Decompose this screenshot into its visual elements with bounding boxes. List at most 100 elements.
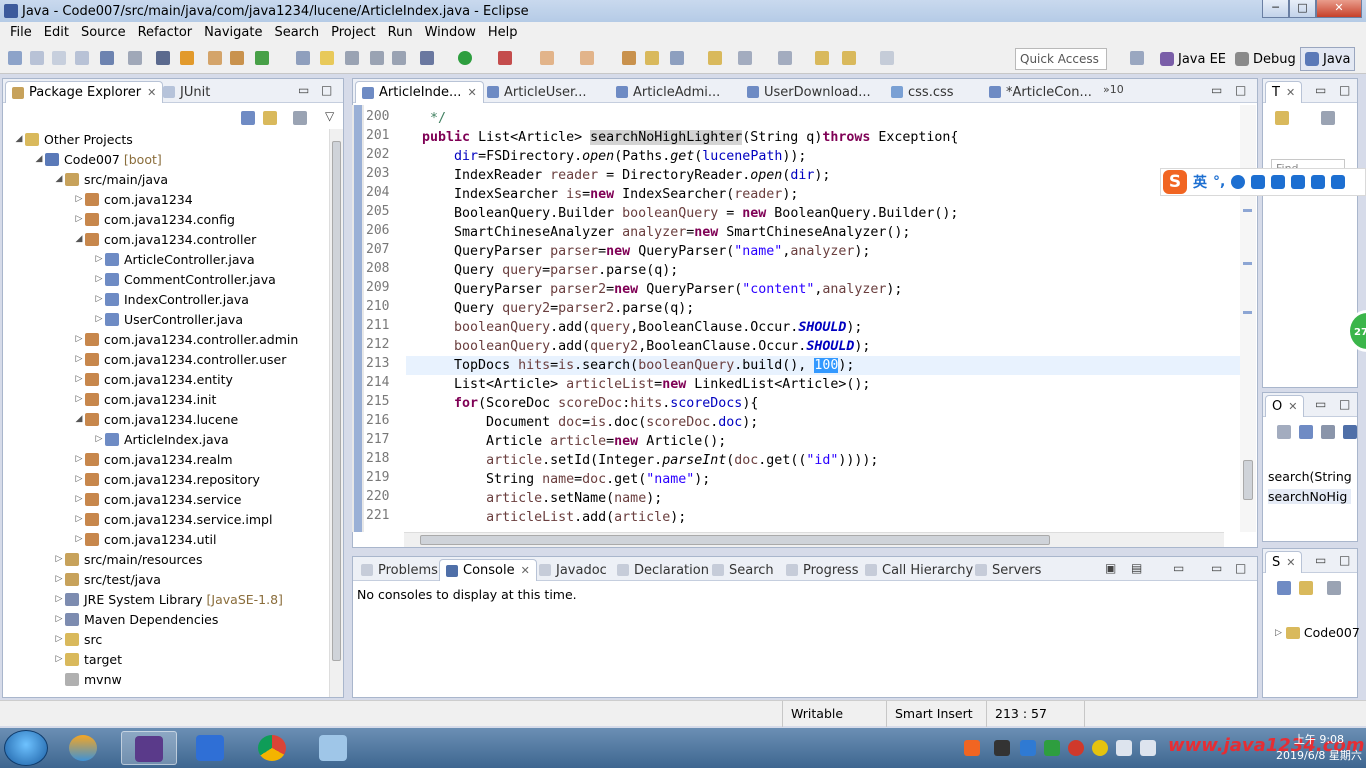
tree-item[interactable]: ▷ com.java1234.service	[73, 489, 242, 509]
perspective-java-ee[interactable]: Java EE	[1156, 47, 1230, 71]
ime-mode-label[interactable]: 英	[1193, 172, 1207, 192]
editor-hscrollbar-thumb[interactable]	[420, 535, 1050, 545]
pilcrow-icon[interactable]	[392, 51, 406, 65]
collapse-all-icon[interactable]	[241, 111, 255, 125]
open-console-icon[interactable]: ▣	[1105, 561, 1116, 575]
forward-icon[interactable]	[880, 51, 894, 65]
tab-outline[interactable]: O ✕	[1265, 395, 1305, 417]
expand-icon[interactable]: ▷	[93, 274, 105, 284]
expand-icon[interactable]: ▷	[73, 494, 85, 504]
tree-item[interactable]: ▷ com.java1234.realm	[73, 449, 233, 469]
highlight-icon[interactable]	[320, 51, 334, 65]
expand-icon[interactable]: ▷	[53, 654, 65, 664]
display-console-icon[interactable]: ▤	[1131, 561, 1142, 575]
tree-item[interactable]: mvnw	[53, 669, 122, 689]
action-center-icon[interactable]	[1116, 740, 1132, 756]
editor-tab-articleindex[interactable]: ArticleInde... ✕	[355, 81, 484, 103]
tab-servers[interactable]: Servers	[969, 559, 1047, 581]
maximize-icon[interactable]: □	[1339, 83, 1350, 97]
new-task-icon[interactable]	[1275, 111, 1289, 125]
search-tool-icon[interactable]	[670, 51, 684, 65]
toggle-mark-icon[interactable]	[156, 51, 170, 65]
tree-item[interactable]: ▷ com.java1234.controller.admin	[73, 329, 299, 349]
tree-item[interactable]: ▷ com.java1234.util	[73, 529, 217, 549]
tree-item[interactable]: ▷ src/main/resources	[53, 549, 203, 569]
link-servers-icon[interactable]	[1299, 581, 1313, 595]
close-icon[interactable]: ✕	[147, 86, 156, 99]
grid-icon[interactable]	[1331, 175, 1346, 189]
external-tools-icon[interactable]	[498, 51, 512, 65]
close-icon[interactable]: ✕	[1286, 556, 1295, 569]
taskbar-app-1[interactable]	[56, 731, 112, 765]
expand-icon[interactable]: ◢	[33, 154, 45, 164]
tree-item[interactable]: ▷ com.java1234	[73, 189, 193, 209]
tree-item[interactable]: ◢ com.java1234.controller	[73, 229, 257, 249]
tree-item[interactable]: ◢ com.java1234.lucene	[73, 409, 239, 429]
new-server-icon[interactable]	[540, 51, 554, 65]
tree-item[interactable]: ◢ src/main/java	[53, 169, 169, 189]
menu-help[interactable]: Help	[486, 25, 520, 40]
tray-icon-3[interactable]	[1068, 740, 1084, 756]
expand-icon[interactable]: ▷	[93, 314, 105, 324]
tree-item[interactable]: ▷ Maven Dependencies	[53, 609, 219, 629]
expand-icon[interactable]: ▷	[73, 474, 85, 484]
refresh-icon[interactable]	[255, 51, 269, 65]
expand-icon[interactable]: ◢	[13, 134, 25, 144]
menu-project[interactable]: Project	[329, 25, 377, 40]
tab-progress[interactable]: Progress	[780, 559, 864, 581]
expand-icon[interactable]: ◢	[73, 234, 85, 244]
close-button[interactable]: ✕	[1316, 0, 1362, 18]
expand-icon[interactable]: ▷	[53, 634, 65, 644]
expand-icon[interactable]: ▷	[1275, 628, 1282, 638]
menu-search[interactable]: Search	[272, 25, 321, 40]
link-editor-icon[interactable]	[263, 111, 277, 125]
tray-icon-2[interactable]	[1020, 740, 1036, 756]
menu-navigate[interactable]: Navigate	[202, 25, 264, 40]
editor-tab-articleadmin[interactable]: ArticleAdmi...	[610, 81, 726, 103]
view-menu-icon[interactable]: ▽	[325, 109, 334, 123]
show-whitespace-icon[interactable]	[345, 51, 359, 65]
categorize-icon[interactable]	[1321, 111, 1335, 125]
taskbar-app-eclipse[interactable]	[121, 731, 177, 765]
expand-icon[interactable]: ▷	[53, 614, 65, 624]
tab-javadoc[interactable]: Javadoc	[533, 559, 613, 581]
wizard-icon[interactable]	[296, 51, 310, 65]
skin-icon[interactable]	[1311, 175, 1326, 189]
minimize-icon[interactable]: ▭	[1211, 83, 1222, 97]
expand-icon[interactable]: ▷	[53, 594, 65, 604]
tree-scrollbar[interactable]	[329, 129, 343, 697]
sort-icon[interactable]	[1321, 425, 1335, 439]
perspective-java[interactable]: Java	[1300, 47, 1356, 71]
tree-item[interactable]: ▷ com.java1234.repository	[73, 469, 260, 489]
expand-icon[interactable]: ▷	[93, 434, 105, 444]
security-tray-icon[interactable]	[1044, 740, 1060, 756]
expand-icon[interactable]: ▷	[73, 534, 85, 544]
start-button[interactable]	[4, 730, 48, 766]
ime-punct-label[interactable]: °,	[1213, 174, 1225, 190]
expand-icon[interactable]: ◢	[53, 174, 65, 184]
minimize-icon[interactable]: ▭	[1315, 397, 1326, 411]
tab-call-hierarchy[interactable]: Call Hierarchy	[859, 559, 979, 581]
tray-icon-4[interactable]	[1092, 740, 1108, 756]
taskbar-app-chrome[interactable]	[245, 731, 301, 765]
tree-item[interactable]: ▷ src/test/java	[53, 569, 161, 589]
close-icon[interactable]: ✕	[1286, 86, 1295, 99]
microphone-icon[interactable]	[1251, 175, 1266, 189]
expand-icon[interactable]: ◢	[73, 414, 85, 424]
editor-tab-articlecontroller[interactable]: *ArticleCon...	[983, 81, 1098, 103]
focus-icon[interactable]	[293, 111, 307, 125]
hide-nonpublic-icon[interactable]	[1343, 425, 1357, 439]
pin-console-icon[interactable]: ▭	[1173, 561, 1184, 575]
expand-icon[interactable]: ▷	[73, 374, 85, 384]
maximize-icon[interactable]: □	[321, 83, 332, 97]
maximize-icon[interactable]: □	[1339, 553, 1350, 567]
tree-item[interactable]: ◢ Other Projects	[13, 129, 133, 149]
tab-junit[interactable]: JUnit	[157, 81, 216, 103]
menu-refactor[interactable]: Refactor	[136, 25, 195, 40]
tree-scrollbar-thumb[interactable]	[332, 141, 341, 661]
editor-hscrollbar[interactable]	[404, 532, 1224, 547]
tree-item[interactable]: ▷ JRE System Library [JavaSE-1.8]	[53, 589, 283, 609]
tab-problems[interactable]: Problems	[355, 559, 444, 581]
expand-icon[interactable]: ▷	[73, 454, 85, 464]
tree-item[interactable]: ▷ CommentController.java	[93, 269, 276, 289]
